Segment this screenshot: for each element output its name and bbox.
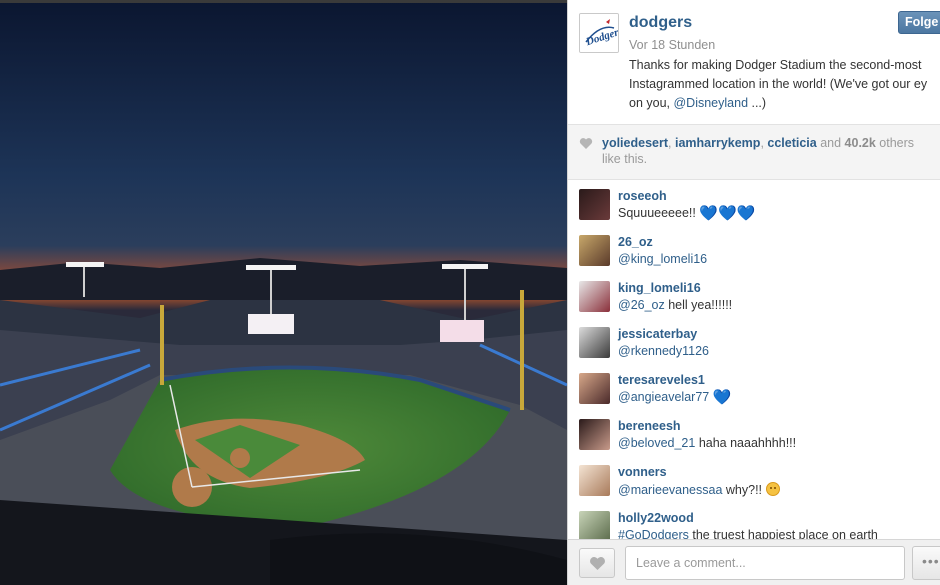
commenter-username[interactable]: vonners	[618, 465, 667, 479]
likes-text: yoliedesert, iamharrykemp, ccleticia and…	[602, 136, 915, 166]
comment-text: @angieavelar77 💙	[618, 389, 732, 406]
comment-item: teresareveles1 @angieavelar77 💙	[568, 365, 940, 411]
blue-heart-emoji-icon: 💙	[712, 389, 732, 406]
commenter-avatar[interactable]	[579, 373, 610, 404]
comment-input[interactable]	[625, 546, 905, 580]
caption-mention-link[interactable]: @Disneyland	[673, 96, 748, 110]
commenter-username[interactable]: 26_oz	[618, 235, 653, 249]
heart-icon	[579, 138, 593, 149]
comment-body: hell yea!!!!!!	[664, 298, 733, 312]
like-button[interactable]	[579, 548, 615, 578]
dodgers-avatar[interactable]: Dodgers	[579, 13, 619, 53]
post-header: Dodgers dodgers Vor 18 Stunden Thanks fo…	[568, 0, 940, 124]
liker-link[interactable]: iamharrykemp	[675, 136, 760, 150]
comment-item: 26_oz @king_lomeli16	[568, 227, 940, 273]
commenter-username[interactable]: roseeoh	[618, 189, 667, 203]
post-timestamp[interactable]: Vor 18 Stunden	[629, 38, 715, 52]
comment-mention-link[interactable]: @beloved_21	[618, 436, 695, 450]
comment-mention-link[interactable]: @rkennedy1126	[618, 344, 709, 358]
commenter-avatar[interactable]	[579, 281, 610, 312]
commenter-username[interactable]: teresareveles1	[618, 373, 705, 387]
post-username[interactable]: dodgers	[629, 14, 692, 32]
comment-item: king_lomeli16 @26_oz hell yea!!!!!!	[568, 273, 940, 319]
caption-line: Instagrammed location in the world! (We'…	[629, 77, 928, 91]
photo-top-bar	[0, 0, 567, 3]
comment-body: the truest happiest place on earth	[688, 528, 878, 539]
comment-text: @beloved_21 haha naaahhhh!!!	[618, 436, 796, 450]
comment-footer: •••	[568, 539, 940, 585]
post-caption: Thanks for making Dodger Stadium the sec…	[629, 56, 940, 113]
comment-item: bereneesh @beloved_21 haha naaahhhh!!!	[568, 411, 940, 457]
comment-text: Squuueeeee!! 💙💙💙	[618, 205, 756, 222]
commenter-avatar[interactable]	[579, 235, 610, 266]
comment-text: @marieevanessaa why?!!	[618, 482, 780, 497]
likes-count[interactable]: 40.2k	[845, 136, 876, 150]
caption-text: on you,	[629, 96, 674, 110]
comment-item: vonners @marieevanessaa why?!!	[568, 457, 940, 503]
comment-body: Squuueeeee!!	[618, 206, 700, 220]
comment-item: roseeoh Squuueeeee!! 💙💙💙	[568, 181, 940, 227]
caption-text: ...)	[748, 96, 767, 110]
comment-text: @26_oz hell yea!!!!!!	[618, 298, 732, 312]
comment-mention-link[interactable]: @marieevanessaa	[618, 483, 722, 497]
comment-mention-link[interactable]: @26_oz	[618, 298, 665, 312]
commenter-avatar[interactable]	[579, 419, 610, 450]
post-details-panel: Dodgers dodgers Vor 18 Stunden Thanks fo…	[567, 0, 940, 585]
dodgers-logo-icon: Dodgers	[580, 14, 618, 52]
post-photo[interactable]	[0, 0, 567, 585]
commenter-username[interactable]: king_lomeli16	[618, 281, 701, 295]
grimace-emoji-icon	[765, 482, 780, 496]
commenter-avatar[interactable]	[579, 465, 610, 496]
blue-heart-emoji-icon: 💙💙💙	[699, 205, 756, 222]
heart-icon	[590, 557, 605, 570]
liker-link[interactable]: ccleticia	[767, 136, 816, 150]
commenter-username[interactable]: holly22wood	[618, 511, 694, 525]
comment-text: #GoDodgers the truest happiest place on …	[618, 528, 878, 539]
comment-mention-link[interactable]: @angieavelar77	[618, 390, 709, 404]
caption-line: Thanks for making Dodger Stadium the sec…	[629, 58, 922, 72]
caption-line: on you, @Disneyland ...)	[629, 94, 940, 113]
liker-link[interactable]: yoliedesert	[602, 136, 668, 150]
commenter-avatar[interactable]	[579, 327, 610, 358]
comment-mention-link[interactable]: @king_lomeli16	[618, 252, 707, 266]
comment-item: holly22wood #GoDodgers the truest happie…	[568, 503, 940, 539]
commenter-username[interactable]: jessicaterbay	[618, 327, 697, 341]
comment-list[interactable]: roseeoh Squuueeeee!! 💙💙💙 26_oz @king_lom…	[568, 181, 940, 539]
commenter-avatar[interactable]	[579, 189, 610, 220]
follow-button[interactable]: Folge	[898, 11, 940, 34]
comment-text: @rkennedy1126	[618, 344, 709, 358]
more-options-button[interactable]: •••	[912, 546, 940, 580]
comment-item: jessicaterbay @rkennedy1126	[568, 319, 940, 365]
likes-connector: and	[816, 136, 845, 150]
commenter-username[interactable]: bereneesh	[618, 419, 681, 433]
stadium-photo	[0, 0, 567, 585]
comment-hashtag-link[interactable]: #GoDodgers	[618, 528, 689, 539]
comment-body: why?!!	[722, 483, 766, 497]
commenter-avatar[interactable]	[579, 511, 610, 539]
comment-body: haha naaahhhh!!!	[695, 436, 797, 450]
comment-text: @king_lomeli16	[618, 252, 707, 266]
likes-summary: yoliedesert, iamharrykemp, ccleticia and…	[568, 124, 940, 180]
